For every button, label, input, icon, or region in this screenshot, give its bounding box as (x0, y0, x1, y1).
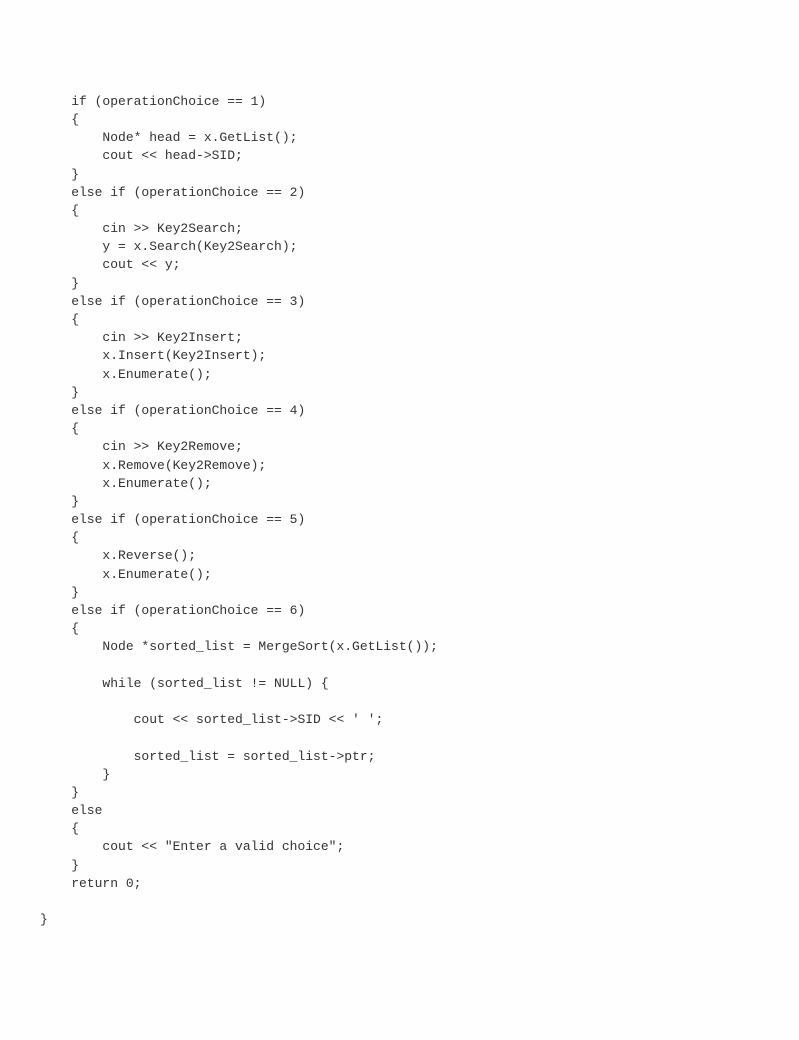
code-line: { (40, 312, 79, 327)
code-line: { (40, 821, 79, 836)
code-line: } (40, 167, 79, 182)
code-line: { (40, 621, 79, 636)
code-line: { (40, 112, 79, 127)
code-line: else if (operationChoice == 4) (40, 403, 305, 418)
code-line: { (40, 203, 79, 218)
code-line: Node *sorted_list = MergeSort(x.GetList(… (40, 639, 438, 654)
code-line: x.Insert(Key2Insert); (40, 348, 266, 363)
code-line: cin >> Key2Insert; (40, 330, 243, 345)
code-line: x.Remove(Key2Remove); (40, 458, 266, 473)
code-line: sorted_list = sorted_list->ptr; (40, 749, 375, 764)
code-line: } (40, 912, 48, 927)
code-line: { (40, 530, 79, 545)
code-line: cout << head->SID; (40, 148, 243, 163)
code-line: } (40, 858, 79, 873)
code-line: return 0; (40, 876, 141, 891)
code-line: x.Enumerate(); (40, 476, 212, 491)
code-line: y = x.Search(Key2Search); (40, 239, 297, 254)
code-line: if (operationChoice == 1) (40, 94, 266, 109)
code-line: Node* head = x.GetList(); (40, 130, 297, 145)
code-line: else if (operationChoice == 3) (40, 294, 305, 309)
code-line: } (40, 385, 79, 400)
code-line: cout << sorted_list->SID << ' '; (40, 712, 383, 727)
code-line: { (40, 421, 79, 436)
code-line: } (40, 585, 79, 600)
code-line: cin >> Key2Search; (40, 221, 243, 236)
code-line: } (40, 276, 79, 291)
code-line: else if (operationChoice == 6) (40, 603, 305, 618)
code-line: cout << y; (40, 257, 180, 272)
code-line: else if (operationChoice == 2) (40, 185, 305, 200)
code-line: x.Reverse(); (40, 548, 196, 563)
code-line: else if (operationChoice == 5) (40, 512, 305, 527)
code-line: } (40, 767, 110, 782)
code-line: while (sorted_list != NULL) { (40, 676, 329, 691)
code-line: cout << "Enter a valid choice"; (40, 839, 344, 854)
code-line: x.Enumerate(); (40, 567, 212, 582)
code-line: } (40, 785, 79, 800)
code-block: if (operationChoice == 1) { Node* head =… (40, 93, 759, 930)
code-line: else (40, 803, 102, 818)
code-line: x.Enumerate(); (40, 367, 212, 382)
code-line: } (40, 494, 79, 509)
code-line: cin >> Key2Remove; (40, 439, 243, 454)
